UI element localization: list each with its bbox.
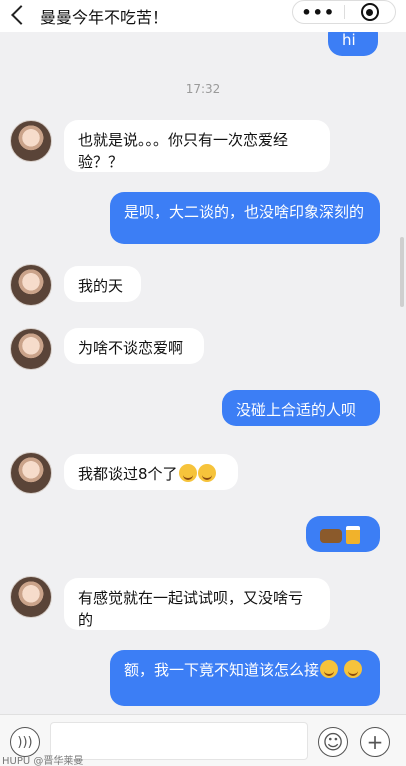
message-bubble-incoming: 我都谈过8个了 [64,454,238,490]
chat-area[interactable]: hi 17:32 也就是说。。。你只有一次恋爱经验？？ 是呗，大二谈的，也没啥印… [0,32,406,714]
cow-emoji-icon [320,529,342,543]
close-button[interactable] [344,3,395,21]
avatar[interactable] [10,452,52,494]
target-icon [360,3,379,21]
avatar[interactable] [10,120,52,162]
message-bubble-outgoing: hi [328,32,378,56]
message-text: 为啥不谈恋爱啊 [78,339,184,357]
message-text: 我的天 [78,277,124,295]
watermark: HUPU @晋华莱曼 [2,756,84,766]
message-bubble-incoming: 也就是说。。。你只有一次恋爱经验？？ [64,120,330,172]
message-text: hi [342,32,356,49]
message-text: 也就是说。。。你只有一次恋爱经验？？ [78,131,289,171]
message-input[interactable] [50,722,308,760]
avatar[interactable] [10,576,52,618]
scrollbar[interactable] [400,237,404,307]
grin-emoji-icon [320,660,339,678]
smiley-icon[interactable]: ☺ [318,727,348,757]
grin-emoji-icon [178,464,197,482]
message-bubble-outgoing [306,516,380,552]
message-text: 是呗，大二谈的，也没啥印象深刻的 [124,203,365,221]
message-bubble-incoming: 我的天 [64,266,141,302]
grin-emoji-icon [197,464,216,482]
message-bubble-incoming: 为啥不谈恋爱啊 [64,328,204,364]
mini-program-capsule: ••• [292,0,396,24]
beer-emoji-icon [346,526,360,544]
message-bubble-outgoing: 额，我一下竟不知道该怎么接 [110,650,380,706]
chat-title: 曼曼今年不吃苦！ [40,8,169,27]
plus-icon[interactable]: + [360,727,390,757]
message-text: 有感觉就在一起试试呗，又没啥亏的 [78,589,304,629]
message-bubble-outgoing: 是呗，大二谈的，也没啥印象深刻的 [110,192,380,244]
message-bubble-incoming: 有感觉就在一起试试呗，又没啥亏的 [64,578,330,630]
message-text: 没碰上合适的人呗 [236,401,357,419]
message-text: 我都谈过8个了 [78,465,178,483]
more-button[interactable]: ••• [293,3,344,22]
timestamp: 17:32 [185,82,221,96]
message-bubble-outgoing: 没碰上合适的人呗 [222,390,380,426]
grin-emoji-icon [343,660,362,678]
chevron-left-icon[interactable] [11,5,31,25]
top-bar: 曼曼今年不吃苦！ ••• [0,0,406,32]
message-text: 额，我一下竟不知道该怎么接 [124,661,320,679]
avatar[interactable] [10,264,52,306]
avatar[interactable] [10,328,52,370]
